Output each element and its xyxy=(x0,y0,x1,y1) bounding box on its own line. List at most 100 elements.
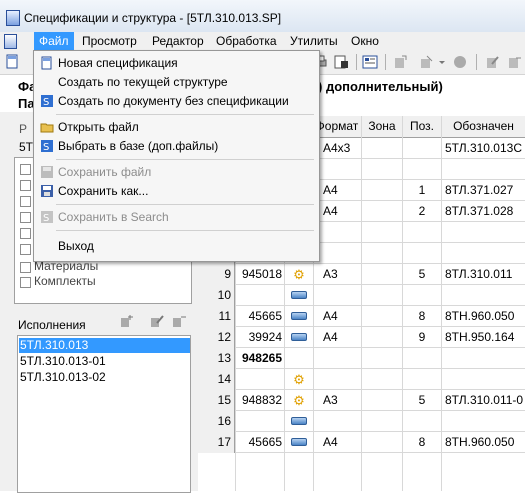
cell-format[interactable]: А4 xyxy=(313,327,361,348)
cell-pos[interactable]: 1 xyxy=(403,180,441,201)
filter-checkbox[interactable] xyxy=(20,196,31,207)
cell-designation[interactable]: 8ТН.950.164 xyxy=(442,327,525,348)
cell-format[interactable]: А4 xyxy=(313,306,361,327)
bolt-icon[interactable] xyxy=(285,306,313,327)
cell-format[interactable]: А4 xyxy=(313,432,361,453)
cell-zone[interactable] xyxy=(362,264,402,285)
menu-item-open-file[interactable]: Открыть файл xyxy=(36,118,317,137)
properties-icon[interactable] xyxy=(362,54,378,70)
bolt-icon[interactable] xyxy=(285,432,313,453)
cell-zone[interactable] xyxy=(362,243,402,264)
cell-designation[interactable] xyxy=(442,411,525,432)
cell-format[interactable]: А4 xyxy=(313,180,361,201)
cell-zone[interactable] xyxy=(362,390,402,411)
cell-code[interactable] xyxy=(236,411,284,432)
filter-checkbox[interactable] xyxy=(20,212,31,223)
gear-icon[interactable]: ⚙ xyxy=(285,390,313,411)
cell-zone[interactable] xyxy=(362,222,402,243)
cell-designation[interactable]: 8ТН.960.050 xyxy=(442,432,525,453)
edit-doc-icon[interactable] xyxy=(484,54,500,70)
cell-designation[interactable] xyxy=(442,348,525,369)
cell-code[interactable]: 39924 xyxy=(236,327,284,348)
cell-pos[interactable] xyxy=(403,285,441,306)
filter-checkbox[interactable] xyxy=(20,180,31,191)
edit-execution-icon[interactable] xyxy=(150,314,164,328)
remove-icon[interactable] xyxy=(506,54,522,70)
executions-list[interactable]: 5ТЛ.310.013 5ТЛ.310.013-01 5ТЛ.310.013-0… xyxy=(17,335,191,493)
bolt-icon[interactable] xyxy=(285,285,313,306)
cell-code[interactable] xyxy=(236,369,284,390)
cell-code[interactable] xyxy=(236,285,284,306)
cell-icon[interactable] xyxy=(285,348,313,369)
remove-execution-icon[interactable] xyxy=(172,314,186,328)
edit-icon[interactable] xyxy=(418,54,434,70)
cell-format[interactable]: А4х3 xyxy=(313,138,361,159)
cell-code[interactable]: 45665 xyxy=(236,306,284,327)
cell-format[interactable] xyxy=(313,348,361,369)
cell-pos[interactable]: 9 xyxy=(403,327,441,348)
cell-pos[interactable] xyxy=(403,411,441,432)
menu-item-save-to-search[interactable]: S Сохранить в Search xyxy=(36,208,317,227)
checkbox[interactable] xyxy=(20,262,31,273)
cell-format[interactable]: А3 xyxy=(313,390,361,411)
list-item[interactable]: 5ТЛ.310.013-01 xyxy=(19,354,190,369)
cell-zone[interactable] xyxy=(362,138,402,159)
column-header-pos[interactable]: Поз. xyxy=(403,116,442,138)
cell-format[interactable] xyxy=(313,159,361,180)
cell-code[interactable]: 45665 xyxy=(236,432,284,453)
cell-designation[interactable] xyxy=(442,243,525,264)
cell-format[interactable]: А3 xyxy=(313,264,361,285)
list-item[interactable]: 5ТЛ.310.013 xyxy=(19,338,190,353)
cell-zone[interactable] xyxy=(362,327,402,348)
checkbox[interactable] xyxy=(20,277,31,288)
chevron-down-icon[interactable] xyxy=(437,54,453,70)
cell-zone[interactable] xyxy=(362,159,402,180)
menu-view[interactable]: Просмотр xyxy=(77,32,142,50)
cell-zone[interactable] xyxy=(362,201,402,222)
menu-editor[interactable]: Редактор xyxy=(147,32,209,50)
cell-designation[interactable] xyxy=(442,285,525,306)
cell-code[interactable]: 948265 xyxy=(236,348,284,369)
menu-file[interactable]: Файл xyxy=(34,32,74,50)
cell-pos[interactable] xyxy=(403,348,441,369)
menu-item-save-as[interactable]: Сохранить как... xyxy=(36,182,317,201)
menu-utilities[interactable]: Утилиты xyxy=(285,32,343,50)
cell-zone[interactable] xyxy=(362,285,402,306)
cell-format[interactable] xyxy=(313,222,361,243)
cell-designation[interactable] xyxy=(442,222,525,243)
cell-pos[interactable]: 2 xyxy=(403,201,441,222)
bolt-icon[interactable] xyxy=(285,411,313,432)
add-execution-icon[interactable] xyxy=(120,314,134,328)
list-item[interactable]: 5ТЛ.310.013-02 xyxy=(19,370,190,385)
cell-pos[interactable]: 8 xyxy=(403,306,441,327)
cell-designation[interactable]: 8ТН.960.050 xyxy=(442,306,525,327)
cell-pos[interactable] xyxy=(403,159,441,180)
cell-format[interactable]: А4 xyxy=(313,201,361,222)
checkbox-kits[interactable]: Комплекты xyxy=(20,274,140,290)
cell-pos[interactable]: 8 xyxy=(403,432,441,453)
menu-item-new-spec[interactable]: Новая спецификация xyxy=(36,54,317,73)
cell-pos[interactable] xyxy=(403,138,441,159)
add-icon[interactable] xyxy=(392,54,408,70)
menu-item-create-by-doc[interactable]: S Создать по документу без спецификации xyxy=(36,92,317,111)
cell-format[interactable] xyxy=(313,285,361,306)
document-icon[interactable] xyxy=(4,34,17,49)
cell-designation[interactable]: 8ТЛ.371.028 xyxy=(442,201,525,222)
bolt-icon[interactable] xyxy=(285,327,313,348)
column-header-format[interactable]: Формат xyxy=(313,116,362,138)
cell-zone[interactable] xyxy=(362,180,402,201)
cell-zone[interactable] xyxy=(362,306,402,327)
filter-checkbox[interactable] xyxy=(20,244,31,255)
cell-pos[interactable] xyxy=(403,222,441,243)
cell-code[interactable]: 945018 xyxy=(236,264,284,285)
cell-code[interactable]: 948832 xyxy=(236,390,284,411)
cell-pos[interactable]: 5 xyxy=(403,264,441,285)
cell-designation[interactable] xyxy=(442,159,525,180)
cell-format[interactable] xyxy=(313,243,361,264)
cell-format[interactable] xyxy=(313,369,361,390)
column-header-zone[interactable]: Зона xyxy=(362,116,403,138)
filter-checkbox[interactable] xyxy=(20,164,31,175)
menu-processing[interactable]: Обработка xyxy=(211,32,282,50)
cell-designation[interactable]: 8ТЛ.371.027 xyxy=(442,180,525,201)
cell-designation[interactable] xyxy=(442,369,525,390)
